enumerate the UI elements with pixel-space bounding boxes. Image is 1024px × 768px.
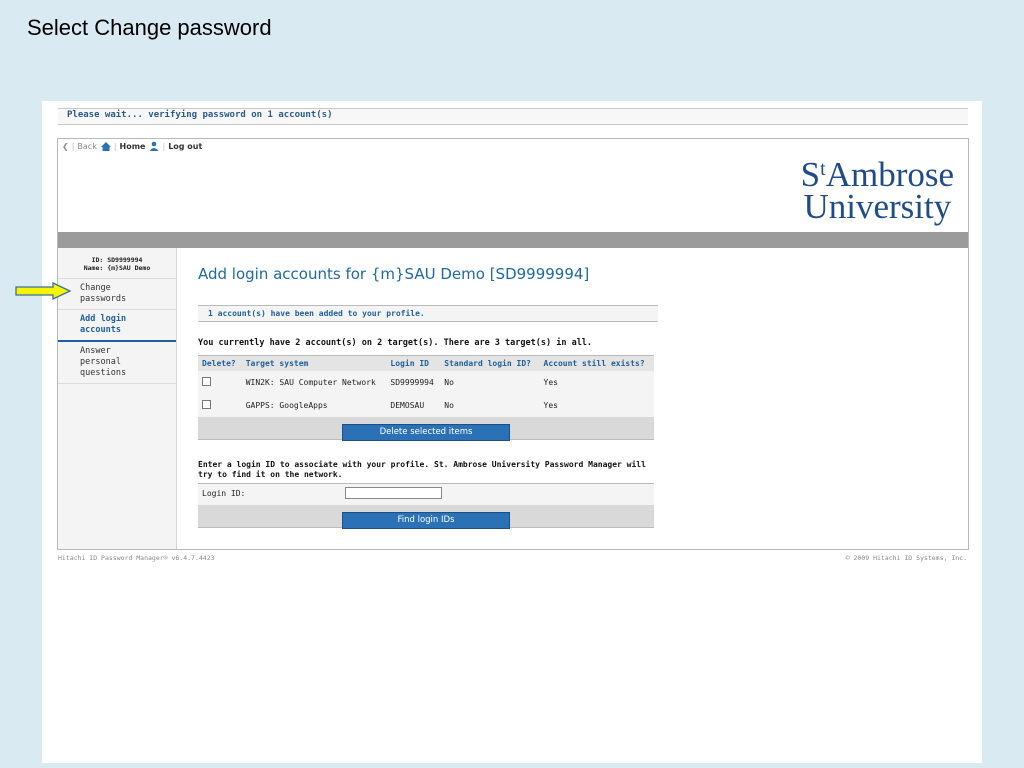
delete-button-row: Delete selected items bbox=[198, 417, 654, 441]
back-link[interactable]: ❮ | Back bbox=[62, 142, 97, 151]
find-login-ids-button[interactable]: Find login IDs bbox=[342, 512, 510, 529]
main-content: Add login accounts for {m}SAU Demo [SD99… bbox=[198, 248, 658, 529]
app-window: ❮ | Back | Home | Log out StAmbrose Univ… bbox=[57, 138, 969, 550]
instructions-text: Enter a login ID to associate with your … bbox=[198, 460, 646, 479]
back-label: Back bbox=[77, 141, 97, 151]
login-cell: DEMOSAU bbox=[386, 394, 441, 417]
delete-selected-button[interactable]: Delete selected items bbox=[342, 424, 510, 441]
slide-title: Select Change password bbox=[27, 15, 272, 40]
back-arrow-icon: ❮ bbox=[62, 141, 69, 151]
wait-message: Please wait... verifying password on 1 a… bbox=[67, 110, 333, 120]
accounts-table: Delete? Target system Login ID Standard … bbox=[198, 355, 654, 417]
page-title: Add login accounts for {m}SAU Demo [SD99… bbox=[198, 265, 590, 283]
sidebar-item-answer-questions[interactable]: Answer personal questions bbox=[58, 342, 176, 384]
col-standard: Standard login ID? bbox=[440, 355, 540, 371]
target-cell: GAPPS: GoogleApps bbox=[241, 394, 387, 417]
user-icon bbox=[149, 141, 159, 151]
header-band bbox=[58, 232, 968, 248]
account-count-text: You currently have 2 account(s) on 2 tar… bbox=[198, 338, 593, 348]
pointer-arrow-icon bbox=[15, 282, 71, 300]
footer-version: Hitachi ID Password Manager® v6.4.7.4423 bbox=[58, 554, 215, 562]
user-name: Name: {m}SAU Demo bbox=[83, 264, 151, 272]
sidebar-item-add-login-accounts[interactable]: Add login accounts bbox=[58, 310, 176, 342]
sidebar: ID: SD9999994 Name: {m}SAU Demo Change p… bbox=[58, 248, 177, 549]
col-login: Login ID bbox=[386, 355, 441, 371]
table-row: WIN2K: SAU Computer Network SD9999994 No… bbox=[198, 371, 654, 394]
login-cell: SD9999994 bbox=[386, 371, 441, 394]
user-info: ID: SD9999994 Name: {m}SAU Demo bbox=[58, 256, 176, 272]
delete-checkbox[interactable] bbox=[202, 377, 211, 386]
target-cell: WIN2K: SAU Computer Network bbox=[241, 371, 387, 394]
user-id: ID: SD9999994 bbox=[91, 256, 143, 264]
col-exists: Account still exists? bbox=[539, 355, 654, 371]
footer-copyright: © 2009 Hitachi ID Systems, Inc. bbox=[845, 554, 967, 562]
home-icon bbox=[100, 141, 111, 151]
home-label: Home bbox=[119, 141, 146, 151]
table-header-row: Delete? Target system Login ID Standard … bbox=[198, 355, 654, 371]
status-bar: Please wait... verifying password on 1 a… bbox=[58, 108, 968, 125]
login-id-row: Login ID: bbox=[198, 483, 654, 505]
separator: | bbox=[162, 141, 166, 151]
exists-cell: Yes bbox=[539, 371, 654, 394]
logo-line-2: University bbox=[803, 187, 952, 226]
exists-cell: Yes bbox=[539, 394, 654, 417]
logout-label: Log out bbox=[168, 141, 203, 151]
sidebar-item-change-passwords[interactable]: Change passwords bbox=[58, 279, 176, 310]
logout-link[interactable]: | Log out bbox=[149, 141, 202, 151]
table-row: GAPPS: GoogleApps DEMOSAU No Yes bbox=[198, 394, 654, 417]
col-delete: Delete? bbox=[198, 355, 242, 371]
separator: | bbox=[113, 141, 117, 151]
top-navigation: ❮ | Back | Home | Log out bbox=[62, 141, 202, 151]
col-target: Target system bbox=[241, 355, 387, 371]
university-logo: StAmbrose University bbox=[801, 153, 954, 226]
delete-checkbox[interactable] bbox=[202, 400, 211, 409]
home-link[interactable]: | Home bbox=[100, 141, 146, 151]
separator: | bbox=[71, 141, 75, 151]
login-id-input[interactable] bbox=[345, 487, 442, 499]
standard-cell: No bbox=[440, 394, 540, 417]
standard-cell: No bbox=[440, 371, 540, 394]
login-id-label: Login ID: bbox=[202, 489, 246, 498]
find-button-row: Find login IDs bbox=[198, 505, 654, 529]
notice-message: 1 account(s) have been added to your pro… bbox=[198, 305, 658, 322]
